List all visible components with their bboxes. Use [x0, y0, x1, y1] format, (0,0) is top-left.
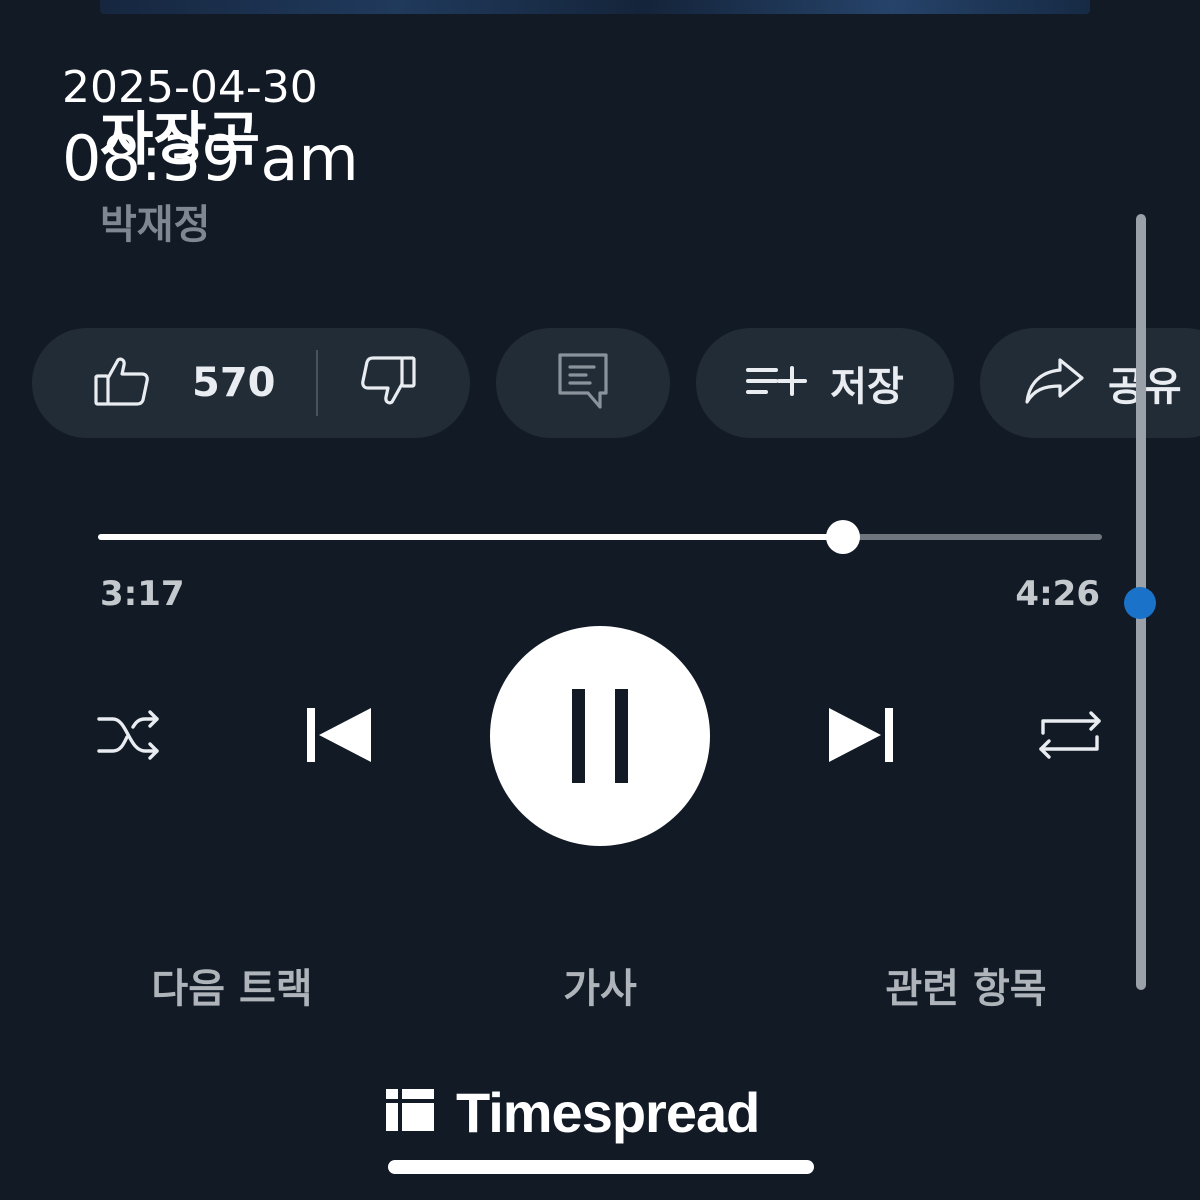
share-arrow-icon [1024, 356, 1086, 410]
tab-related[interactable]: 관련 항목 [885, 956, 1046, 1014]
scrollbar-thumb[interactable] [1124, 587, 1156, 619]
skip-previous-icon [305, 706, 373, 768]
shuffle-button[interactable] [96, 706, 162, 768]
skip-next-icon [827, 706, 895, 768]
home-indicator[interactable] [388, 1160, 814, 1174]
tab-lyrics[interactable]: 가사 [563, 956, 637, 1014]
next-button[interactable] [826, 706, 896, 768]
brand-watermark: Timespread [386, 1080, 760, 1144]
album-art-edge [100, 0, 1090, 14]
repeat-button[interactable] [1036, 706, 1104, 768]
like-count: 570 [192, 360, 276, 406]
progress-fill [98, 534, 843, 540]
progress-knob[interactable] [825, 520, 860, 554]
progress-bar[interactable] [98, 520, 1102, 554]
pause-button[interactable] [490, 626, 710, 846]
comment-button[interactable] [496, 328, 670, 438]
previous-button[interactable] [304, 706, 374, 768]
timestamp-time: 08:39 am [62, 122, 359, 195]
like-dislike-pill: 570 [32, 328, 470, 438]
thumbs-down-icon [360, 356, 416, 410]
save-label: 저장 [830, 364, 904, 410]
total-time: 4:26 [1015, 574, 1100, 614]
like-divider [315, 350, 318, 416]
like-button[interactable]: 570 [32, 328, 276, 438]
current-time: 3:17 [100, 574, 185, 614]
thumbs-up-icon [94, 356, 150, 410]
tab-up-next[interactable]: 다음 트랙 [151, 956, 312, 1014]
pause-icon [557, 689, 643, 783]
dislike-button[interactable] [360, 328, 416, 438]
timespread-logo-icon [386, 1087, 434, 1137]
shuffle-icon [97, 707, 161, 767]
timestamp-date: 2025-04-30 [62, 62, 318, 113]
playlist-add-icon [746, 364, 808, 402]
share-button[interactable]: 공유 [980, 328, 1200, 438]
save-button[interactable]: 저장 [696, 328, 954, 438]
comment-icon [556, 351, 610, 415]
artist-name[interactable]: 박재정 [100, 192, 210, 250]
repeat-icon [1037, 705, 1103, 769]
brand-name: Timespread [456, 1080, 760, 1144]
